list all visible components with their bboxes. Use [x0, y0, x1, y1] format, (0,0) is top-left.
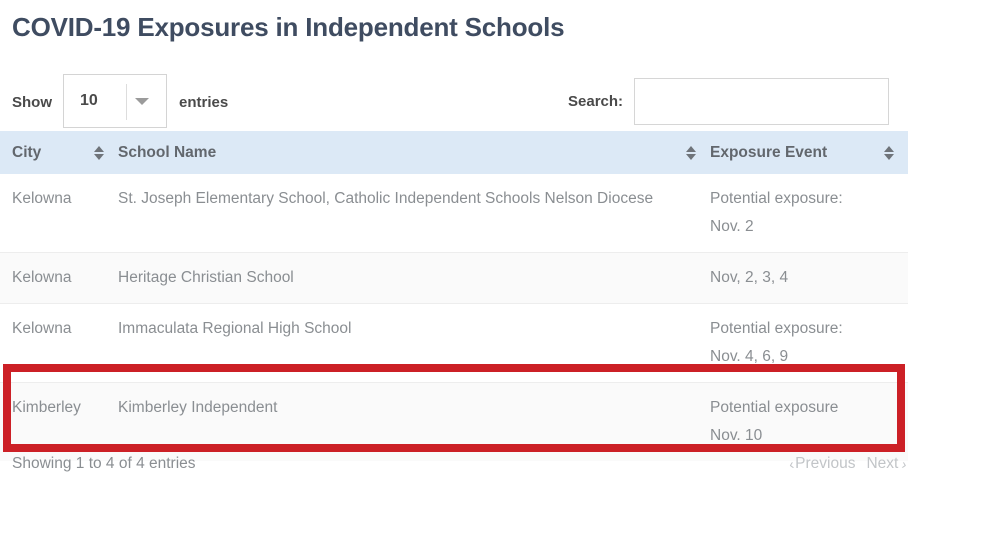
table-footer: Showing 1 to 4 of 4 entries ‹ Previous N…	[0, 455, 995, 485]
sort-arrow-up	[884, 145, 894, 152]
cell-school-name: Kimberley Independent	[118, 399, 278, 416]
show-label: Show	[12, 93, 52, 111]
next-page-button[interactable]: Next ›	[866, 455, 909, 473]
cell-city: Kelowna	[12, 320, 72, 337]
covid-exposure-table-page: COVID-19 Exposures in Independent School…	[0, 0, 995, 547]
table-header-row: City School Name Exposure Event	[0, 131, 908, 174]
column-header-school-name[interactable]: School Name	[118, 144, 710, 162]
cell-school-name: Immaculata Regional High School	[118, 320, 352, 337]
entries-per-page-value: 10	[80, 92, 98, 109]
cell-exposure-event: Potential exposure: Nov. 2	[710, 190, 843, 235]
table-body: Kelowna St. Joseph Elementary School, Ca…	[0, 174, 908, 461]
entries-label: entries	[179, 93, 229, 111]
sort-arrow-up	[686, 145, 696, 152]
select-divider	[126, 84, 127, 120]
sort-arrow-down	[884, 153, 894, 160]
column-header-school-name-label: School Name	[118, 143, 217, 161]
table-row[interactable]: Kelowna Heritage Christian School Nov, 2…	[0, 253, 908, 304]
search-control: Search:	[568, 78, 890, 125]
table-row-highlighted[interactable]: Kimberley Kimberley Independent Potentia…	[0, 383, 908, 461]
sort-updown-icon-city[interactable]	[92, 145, 106, 160]
chevron-down-icon	[135, 98, 149, 105]
search-label: Search:	[568, 93, 624, 110]
cell-city: Kimberley	[12, 399, 81, 416]
column-header-exposure-event-label: Exposure Event	[710, 143, 828, 161]
cell-city: Kelowna	[12, 190, 72, 207]
cell-school-name: Heritage Christian School	[118, 269, 294, 286]
table-row[interactable]: Kelowna St. Joseph Elementary School, Ca…	[0, 174, 908, 253]
sort-arrow-down	[686, 153, 696, 160]
sort-updown-icon-exposure-event[interactable]	[882, 145, 896, 160]
previous-page-button[interactable]: ‹ Previous	[788, 455, 856, 473]
table-row[interactable]: Kelowna Immaculata Regional High School …	[0, 304, 908, 383]
sort-arrow-down	[94, 153, 104, 160]
cell-exposure-event: Potential exposure: Nov. 4, 6, 9	[710, 320, 843, 365]
cell-exposure-event: Nov, 2, 3, 4	[710, 269, 789, 286]
cell-city: Kelowna	[12, 269, 72, 286]
cell-school-name: St. Joseph Elementary School, Catholic I…	[118, 190, 654, 207]
exposures-table: City School Name Exposure Event Kelowna …	[0, 131, 908, 461]
table-controls: Show 10 entries Search:	[0, 60, 995, 128]
column-header-city[interactable]: City	[0, 144, 118, 162]
chevron-right-icon: ›	[900, 455, 909, 473]
page-title: COVID-19 Exposures in Independent School…	[12, 12, 565, 42]
sort-updown-icon-school-name[interactable]	[684, 145, 698, 160]
entries-length-control: Show 10 entries	[12, 74, 229, 128]
cell-exposure-event: Potential exposure Nov. 10	[710, 399, 839, 444]
previous-page-label: Previous	[795, 455, 856, 472]
search-input[interactable]	[634, 78, 890, 125]
showing-entries-info: Showing 1 to 4 of 4 entries	[12, 455, 196, 472]
column-header-city-label: City	[12, 143, 42, 161]
sort-arrow-up	[94, 145, 104, 152]
column-header-exposure-event[interactable]: Exposure Event	[710, 144, 908, 162]
pagination: ‹ Previous Next ›	[788, 455, 909, 473]
entries-per-page-select[interactable]: 10	[63, 74, 167, 128]
next-page-label: Next	[866, 455, 899, 472]
